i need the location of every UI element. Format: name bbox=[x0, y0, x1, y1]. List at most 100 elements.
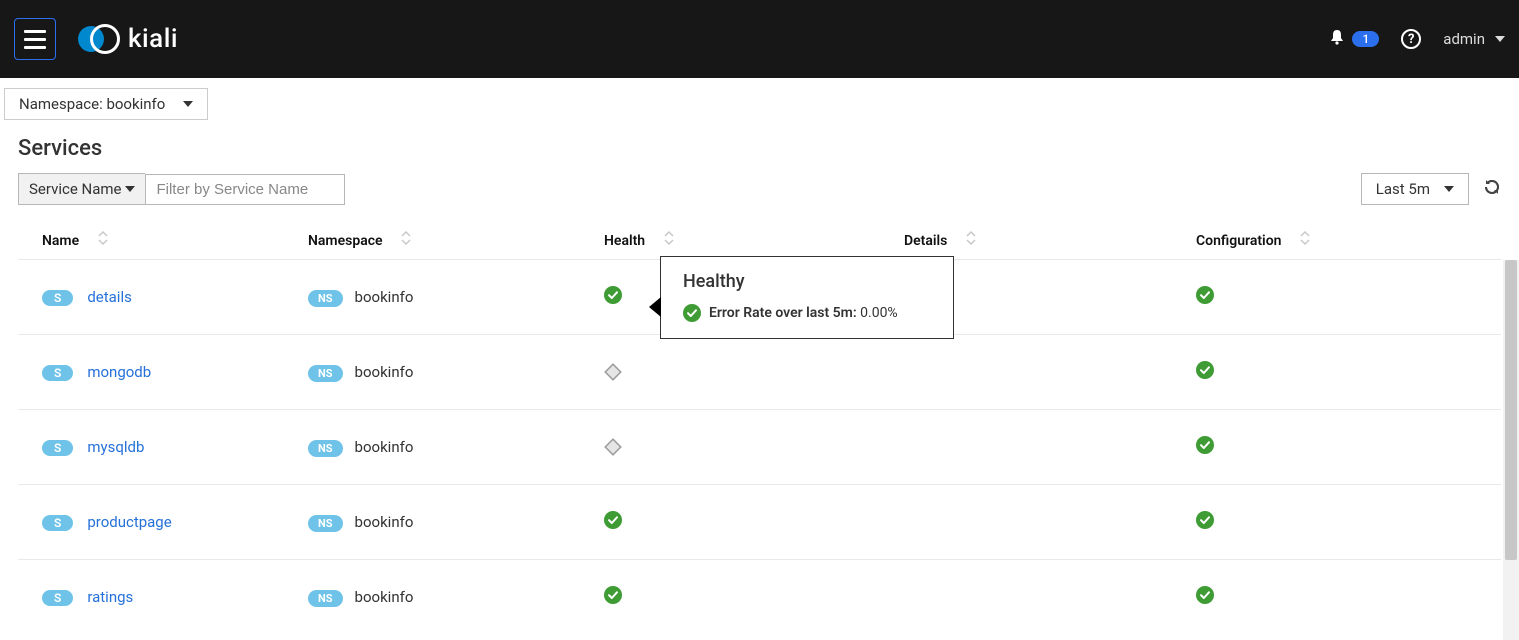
service-badge: S bbox=[42, 290, 73, 306]
time-range-label: Last 5m bbox=[1376, 180, 1430, 198]
column-header-health[interactable]: Health bbox=[604, 219, 904, 260]
brand-logo[interactable]: kiali bbox=[78, 24, 178, 54]
scrollbar-thumb[interactable] bbox=[1505, 260, 1517, 560]
sort-icon bbox=[963, 230, 979, 246]
filter-field-dropdown[interactable]: Service Name bbox=[18, 173, 145, 205]
namespace-badge: NS bbox=[308, 515, 343, 532]
service-badge: S bbox=[42, 365, 73, 381]
config-ok-icon bbox=[1196, 586, 1214, 604]
hamburger-icon bbox=[24, 30, 46, 49]
brand-name: kiali bbox=[128, 24, 178, 54]
cell-namespace: NS bookinfo bbox=[308, 410, 604, 485]
service-link[interactable]: ratings bbox=[87, 588, 133, 606]
cell-configuration bbox=[1196, 335, 1501, 410]
cell-name: Sratings bbox=[18, 560, 308, 635]
chevron-down-icon bbox=[1495, 36, 1505, 42]
notification-count-badge: 1 bbox=[1352, 31, 1379, 47]
cell-name: Sdetails bbox=[18, 260, 308, 335]
namespace-text: bookinfo bbox=[355, 513, 414, 531]
namespace-text: bookinfo bbox=[355, 438, 414, 456]
service-badge: S bbox=[42, 440, 73, 456]
table-row: SmongodbNSbookinfo bbox=[18, 335, 1501, 410]
config-ok-icon bbox=[1196, 361, 1214, 379]
cell-name: Smongodb bbox=[18, 335, 308, 410]
namespace-selector-label: Namespace: bookinfo bbox=[19, 95, 165, 113]
tooltip-title: Healthy bbox=[683, 271, 931, 292]
notifications-button[interactable]: 1 bbox=[1328, 28, 1379, 50]
cell-health bbox=[604, 560, 904, 635]
cell-name: Sproductpage bbox=[18, 485, 308, 560]
cell-details bbox=[904, 410, 1196, 485]
namespace-badge: NS bbox=[308, 440, 343, 457]
cell-name: Smysqldb bbox=[18, 410, 308, 485]
namespace-text: bookinfo bbox=[355, 288, 414, 306]
cell-details bbox=[904, 485, 1196, 560]
chevron-down-icon bbox=[183, 101, 193, 107]
column-header-configuration[interactable]: Configuration bbox=[1196, 219, 1501, 260]
column-header-name[interactable]: Name bbox=[18, 219, 308, 260]
health-ok-icon[interactable] bbox=[604, 511, 622, 529]
namespace-badge: NS bbox=[308, 365, 343, 382]
health-na-icon[interactable] bbox=[604, 438, 898, 456]
config-ok-icon bbox=[1196, 511, 1214, 529]
health-ok-icon[interactable] bbox=[604, 586, 622, 604]
help-button[interactable]: ? bbox=[1401, 29, 1421, 49]
service-link[interactable]: details bbox=[87, 288, 132, 306]
cell-namespace: NS bookinfo bbox=[308, 485, 604, 560]
cell-configuration bbox=[1196, 485, 1501, 560]
sort-icon bbox=[95, 230, 111, 246]
cell-configuration bbox=[1196, 560, 1501, 635]
cell-health bbox=[604, 485, 904, 560]
cell-namespace: NS bookinfo bbox=[308, 560, 604, 635]
service-link[interactable]: mysqldb bbox=[87, 438, 144, 456]
cell-configuration bbox=[1196, 410, 1501, 485]
filter-input[interactable] bbox=[145, 174, 345, 205]
user-name: admin bbox=[1443, 30, 1485, 48]
sort-icon bbox=[661, 230, 677, 246]
time-range-dropdown[interactable]: Last 5m bbox=[1361, 173, 1469, 205]
service-badge: S bbox=[42, 515, 73, 531]
namespace-badge: NS bbox=[308, 590, 343, 607]
list-toolbar: Service Name Last 5m bbox=[0, 173, 1519, 219]
bell-icon bbox=[1328, 28, 1346, 50]
cell-configuration bbox=[1196, 260, 1501, 335]
tooltip-metric-value: 0.00% bbox=[860, 305, 898, 321]
table-row: SratingsNS bookinfo bbox=[18, 560, 1501, 635]
health-tooltip: Healthy Error Rate over last 5m: 0.00% bbox=[660, 256, 954, 339]
cell-namespace: NS bookinfo bbox=[308, 335, 604, 410]
health-ok-icon[interactable] bbox=[604, 286, 622, 304]
refresh-icon bbox=[1483, 178, 1501, 196]
namespace-badge: NS bbox=[308, 290, 343, 307]
kiali-logo-icon bbox=[78, 26, 118, 52]
service-link[interactable]: mongodb bbox=[87, 363, 151, 381]
app-header: kiali 1 ? admin bbox=[0, 0, 1519, 78]
cell-details bbox=[904, 560, 1196, 635]
menu-toggle-button[interactable] bbox=[14, 18, 56, 60]
column-header-namespace[interactable]: Namespace bbox=[308, 219, 604, 260]
cell-details bbox=[904, 335, 1196, 410]
tooltip-metric-label: Error Rate over last 5m: bbox=[709, 305, 857, 321]
filter-field-label: Service Name bbox=[29, 180, 121, 198]
check-circle-icon bbox=[683, 304, 701, 322]
chevron-down-icon bbox=[1444, 186, 1454, 192]
chevron-down-icon bbox=[125, 186, 135, 192]
sort-icon bbox=[398, 230, 414, 246]
namespace-text: bookinfo bbox=[355, 363, 414, 381]
table-row: SproductpageNSbookinfo bbox=[18, 485, 1501, 560]
user-menu-button[interactable]: admin bbox=[1443, 30, 1505, 48]
namespace-text: bookinfo bbox=[355, 588, 414, 606]
cell-health bbox=[604, 335, 904, 410]
service-link[interactable]: productpage bbox=[87, 513, 171, 531]
page-title: Services bbox=[18, 136, 1519, 161]
health-na-icon[interactable] bbox=[604, 363, 898, 381]
column-header-details[interactable]: Details bbox=[904, 219, 1196, 260]
cell-namespace: NS bookinfo bbox=[308, 260, 604, 335]
config-ok-icon bbox=[1196, 286, 1214, 304]
sort-icon bbox=[1297, 230, 1313, 246]
cell-health bbox=[604, 410, 904, 485]
scrollbar[interactable] bbox=[1503, 260, 1519, 640]
refresh-button[interactable] bbox=[1483, 178, 1501, 200]
table-row: SmysqldbNSbookinfo bbox=[18, 410, 1501, 485]
namespace-selector[interactable]: Namespace: bookinfo bbox=[4, 88, 208, 120]
config-ok-icon bbox=[1196, 436, 1214, 454]
